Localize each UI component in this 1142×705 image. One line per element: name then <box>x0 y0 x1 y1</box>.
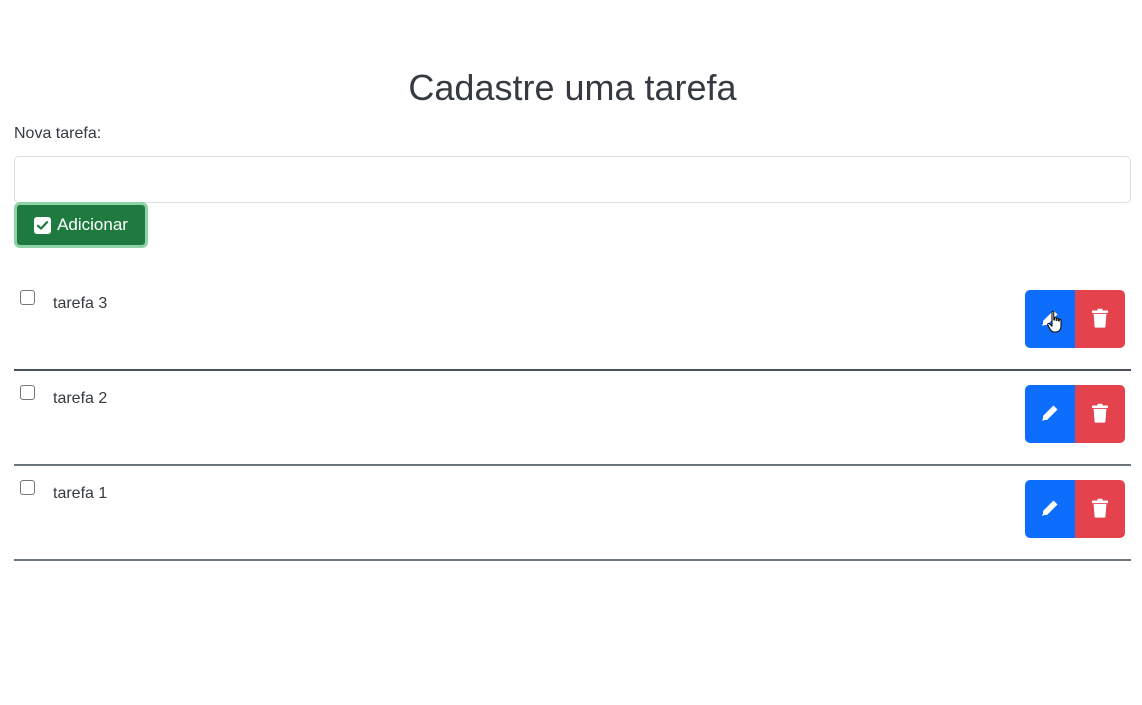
task-actions <box>1025 480 1125 538</box>
task-checkbox[interactable] <box>20 480 35 495</box>
trash-icon <box>1091 403 1109 426</box>
task-row: tarefa 3 <box>14 276 1131 371</box>
delete-task-button[interactable] <box>1075 385 1125 443</box>
add-task-button-label: Adicionar <box>57 215 128 234</box>
task-checkbox[interactable] <box>20 385 35 400</box>
task-row: tarefa 2 <box>14 371 1131 466</box>
new-task-label: Nova tarefa: <box>14 125 102 142</box>
trash-icon <box>1091 308 1109 331</box>
task-label: tarefa 2 <box>53 390 108 407</box>
pointer-cursor-icon <box>1047 310 1065 337</box>
task-actions <box>1025 385 1125 443</box>
task-label: tarefa 3 <box>53 295 108 312</box>
add-task-button[interactable]: Adicionar <box>14 202 148 248</box>
delete-task-button[interactable] <box>1075 290 1125 348</box>
task-row: tarefa 1 <box>14 466 1131 561</box>
edit-task-button[interactable] <box>1025 480 1075 538</box>
check-square-icon <box>34 216 52 234</box>
page-title: Cadastre uma tarefa <box>408 67 737 108</box>
pencil-icon <box>1040 498 1060 521</box>
task-label: tarefa 1 <box>53 485 108 502</box>
trash-icon <box>1091 498 1109 521</box>
task-checkbox[interactable] <box>20 290 35 305</box>
delete-task-button[interactable] <box>1075 480 1125 538</box>
edit-task-button[interactable] <box>1025 290 1075 348</box>
task-list: tarefa 3 tarefa 2 tarefa 1 <box>14 276 1131 561</box>
task-actions <box>1025 290 1125 348</box>
pencil-icon <box>1040 403 1060 426</box>
edit-task-button[interactable] <box>1025 385 1075 443</box>
new-task-input[interactable] <box>14 156 1131 203</box>
